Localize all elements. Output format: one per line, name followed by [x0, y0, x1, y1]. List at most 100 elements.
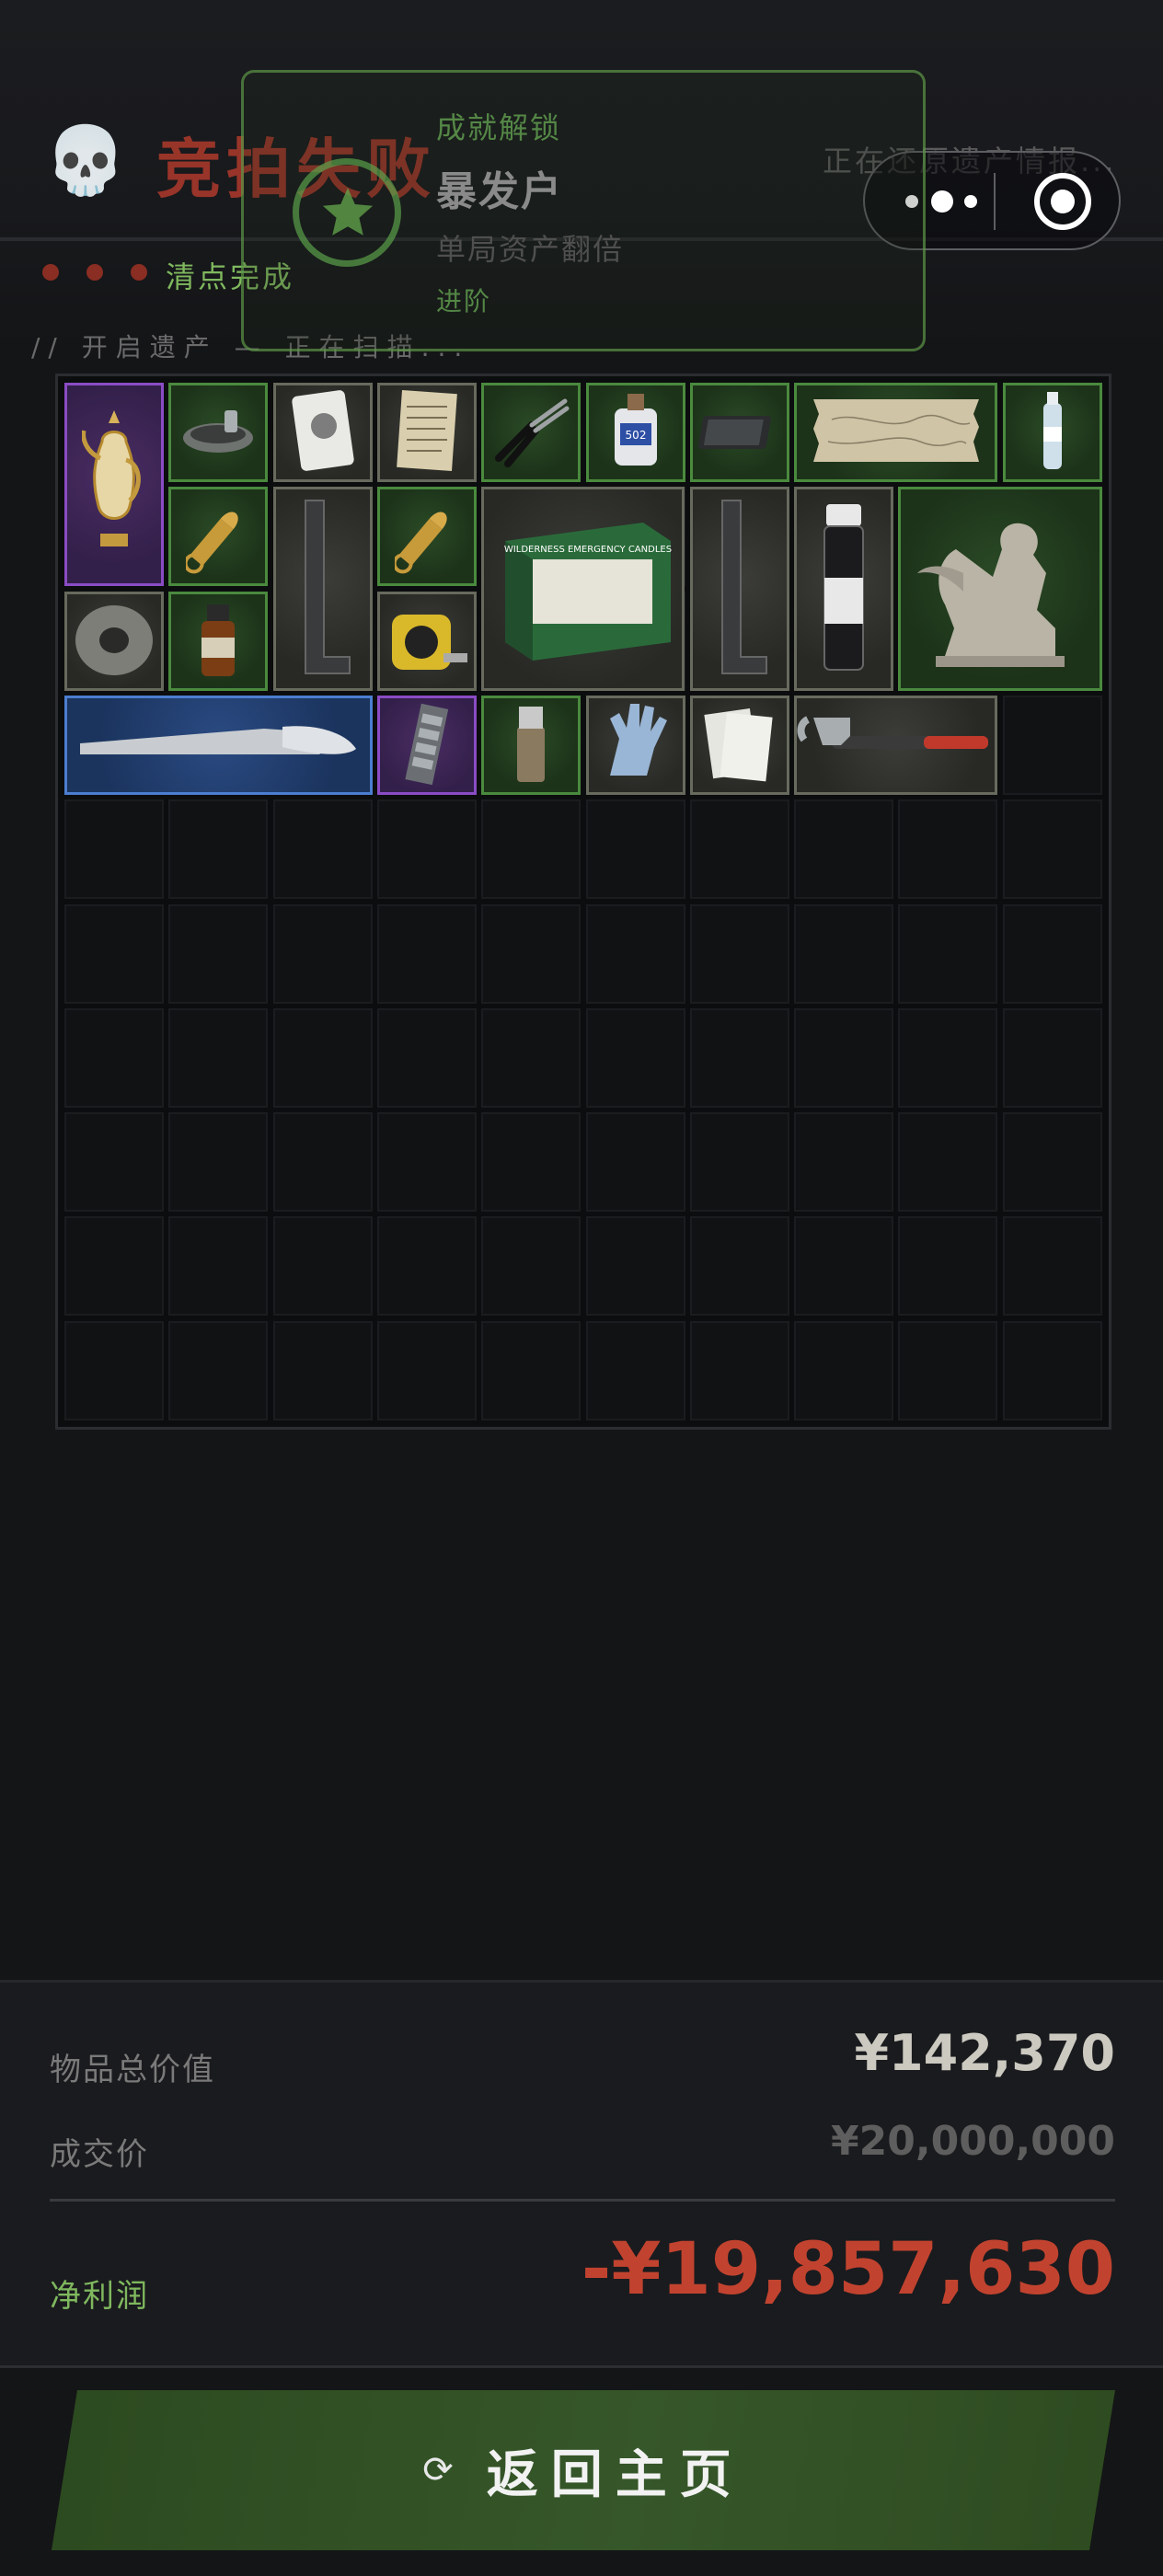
empty-slot: [794, 1216, 894, 1317]
empty-slot: [272, 1320, 373, 1420]
inventory-item-bullet[interactable]: [376, 487, 477, 587]
inventory-item-hard-drive[interactable]: [689, 383, 789, 482]
saw-blade-icon: [71, 707, 365, 784]
return-home-button[interactable]: ⟳ 返回主页: [52, 2390, 1115, 2550]
empty-slot: [898, 1216, 998, 1317]
refresh-icon: ⟳: [422, 2449, 454, 2491]
empty-slot: [64, 903, 164, 1004]
empty-slot: [481, 903, 582, 1004]
empty-slot: [794, 1007, 894, 1108]
inventory-item-saw-blade[interactable]: [64, 695, 373, 795]
inventory-grid: 502 WILDERNESS EMERGENCY CANDLES: [55, 374, 1111, 1430]
empty-slot: [481, 1007, 582, 1108]
empty-slot: [1002, 903, 1102, 1004]
profit-label: 净利润: [50, 2278, 149, 2315]
inventory-item-saline-bottle[interactable]: 502: [585, 383, 685, 482]
golden-ewer-icon: [81, 405, 146, 565]
empty-slot: [898, 1112, 998, 1213]
old-map-icon: [804, 392, 988, 473]
total-value: ¥142,370: [854, 2024, 1115, 2082]
hammer-icon: [797, 705, 995, 786]
summary-divider: [50, 2199, 1115, 2202]
svg-text:502: 502: [625, 429, 646, 442]
empty-slot: [1002, 1007, 1102, 1108]
achievement-name: 暴发户: [436, 168, 563, 215]
metal-rail-icon: [708, 495, 772, 683]
empty-slot: [481, 799, 582, 900]
empty-slot: [898, 1007, 998, 1108]
inventory-item-tape-measure[interactable]: [376, 591, 477, 691]
inventory-item-old-letter[interactable]: [376, 383, 477, 482]
empty-slot: [64, 1216, 164, 1317]
empty-slot: [585, 1320, 685, 1420]
empty-slot: [64, 799, 164, 900]
inventory-item-hammer[interactable]: [794, 695, 998, 795]
water-bottle-icon: [1034, 386, 1071, 478]
inventory-item-golden-ewer[interactable]: [64, 383, 164, 587]
inventory-item-receipts[interactable]: [689, 695, 789, 795]
empty-slot: [1002, 1216, 1102, 1317]
progress-dot: [86, 264, 103, 281]
empty-slot: [585, 1007, 685, 1108]
empty-slot: [898, 799, 998, 900]
inventory-item-ram-stick[interactable]: [376, 695, 477, 795]
empty-slot: [481, 1112, 582, 1213]
achievement-description: 单局资产翻倍: [436, 232, 625, 267]
empty-slot: [168, 799, 269, 900]
inventory-item-sphinx-statue[interactable]: [898, 487, 1102, 691]
inventory-item-emergency-candles[interactable]: WILDERNESS EMERGENCY CANDLES: [481, 487, 685, 691]
empty-slot: [794, 1112, 894, 1213]
inventory-item-ashtray-bowl[interactable]: [168, 383, 269, 482]
empty-slot: [272, 903, 373, 1004]
deal-price: ¥20,000,000: [831, 2118, 1115, 2165]
inventory-item-lighter[interactable]: [481, 695, 582, 795]
sample-vial-icon: [812, 495, 876, 683]
saline-bottle-icon: 502: [604, 388, 668, 477]
inventory-item-duct-tape[interactable]: [64, 591, 164, 691]
empty-slot: [64, 1007, 164, 1108]
inventory-item-metal-rail[interactable]: [689, 487, 789, 691]
inventory-item-playing-card[interactable]: [272, 383, 373, 482]
ram-stick-icon: [386, 702, 468, 788]
ashtray-bowl-icon: [177, 403, 259, 462]
inventory-item-metal-rail[interactable]: [272, 487, 373, 691]
inventory-item-medicine-bottle[interactable]: [168, 591, 269, 691]
empty-slot: [376, 1007, 477, 1108]
empty-slot: [794, 903, 894, 1004]
empty-slot: [272, 1007, 373, 1108]
empty-slot: [898, 1320, 998, 1420]
empty-slot: [794, 1320, 894, 1420]
capsule-divider: [994, 173, 996, 230]
empty-slot: [168, 1320, 269, 1420]
empty-slot: [585, 799, 685, 900]
tape-measure-icon: [383, 598, 471, 684]
empty-slot: [376, 903, 477, 1004]
inventory-item-old-map[interactable]: [794, 383, 998, 482]
sphinx-statue-icon: [908, 500, 1092, 678]
hard-drive-icon: [697, 403, 781, 462]
inventory-item-bullet[interactable]: [168, 487, 269, 587]
empty-slot: [272, 1216, 373, 1317]
empty-slot: [376, 1320, 477, 1420]
empty-slot: [481, 1216, 582, 1317]
svg-text:WILDERNESS EMERGENCY CANDLES: WILDERNESS EMERGENCY CANDLES: [504, 545, 672, 555]
gloves-icon: [592, 702, 680, 788]
target-circle-icon[interactable]: [1034, 173, 1091, 230]
receipts-icon: [696, 702, 784, 788]
progress-dot: [131, 264, 147, 281]
empty-slot: [64, 1320, 164, 1420]
playing-card-icon: [291, 389, 355, 476]
metal-rail-icon: [291, 495, 355, 683]
medicine-bottle-icon: [190, 597, 246, 685]
empty-slot: [689, 799, 789, 900]
empty-slot: [1002, 1112, 1102, 1213]
empty-slot: [272, 799, 373, 900]
inventory-item-pliers[interactable]: [481, 383, 582, 482]
duct-tape-icon: [70, 598, 158, 684]
empty-slot: [689, 1007, 789, 1108]
inventory-item-water-bottle[interactable]: [1002, 383, 1102, 482]
inventory-item-sample-vial[interactable]: [794, 487, 894, 691]
old-letter-icon: [392, 388, 462, 477]
inventory-item-gloves[interactable]: [585, 695, 685, 795]
empty-slot: [64, 1112, 164, 1213]
